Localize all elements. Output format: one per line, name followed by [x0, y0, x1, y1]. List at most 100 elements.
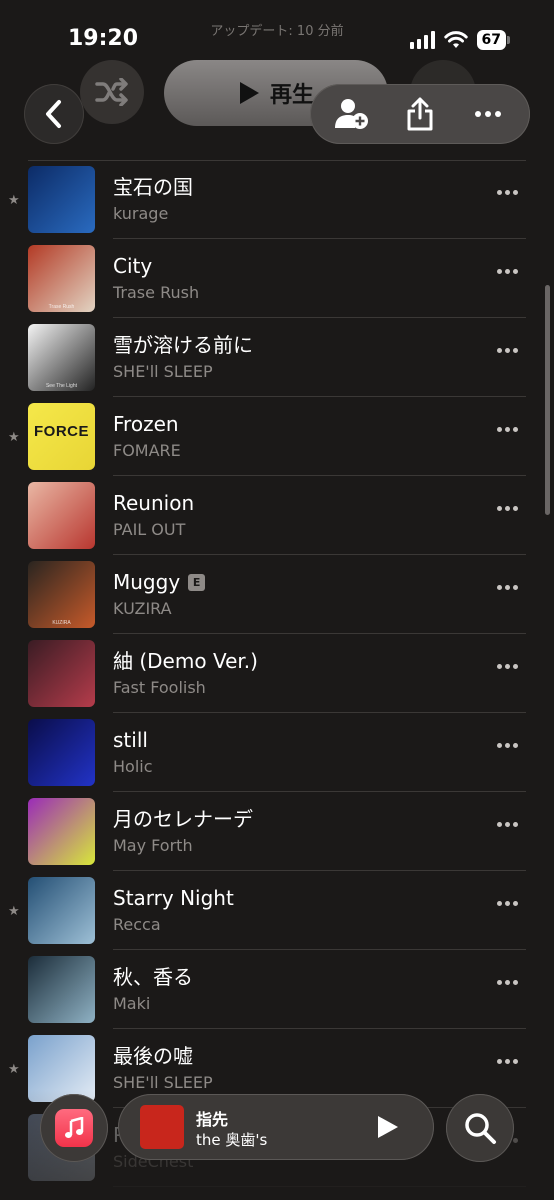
status-icons: 67	[409, 30, 510, 50]
song-artist: SHE'll SLEEP	[113, 362, 213, 381]
song-row[interactable]: 月のセレナーデ May Forth	[0, 792, 554, 871]
song-title-text: 最後の嘘	[113, 1044, 193, 1068]
song-title-text: 秋、香る	[113, 965, 193, 989]
favorite-star-icon: ★	[8, 904, 20, 919]
song-more-button[interactable]	[497, 427, 518, 432]
song-row[interactable]: 紬 (Demo Ver.) Fast Foolish	[0, 634, 554, 713]
search-button[interactable]	[446, 1094, 514, 1162]
song-more-button[interactable]	[497, 980, 518, 985]
song-row[interactable]: ★ FORCE Frozen FOMARE	[0, 397, 554, 476]
more-options-button[interactable]	[460, 86, 516, 142]
song-title-text: Frozen	[113, 412, 179, 436]
mini-player-artist: the 奥歯's	[196, 1131, 268, 1149]
album-artwork-text: KUZIRA	[52, 620, 71, 626]
album-artwork	[28, 640, 95, 707]
mini-player-artwork	[140, 1105, 184, 1149]
song-more-button[interactable]	[497, 506, 518, 511]
song-more-button[interactable]	[497, 901, 518, 906]
search-icon	[465, 1113, 496, 1144]
song-artist: PAIL OUT	[113, 520, 186, 539]
explicit-badge: E	[188, 573, 206, 591]
song-title-text: Reunion	[113, 491, 195, 515]
battery-icon: 67	[476, 30, 510, 50]
song-title-text: 月のセレナーデ	[113, 807, 253, 831]
status-time: 19:20	[68, 26, 139, 51]
song-more-button[interactable]	[497, 269, 518, 274]
song-title-text: 紬 (Demo Ver.)	[113, 649, 258, 673]
song-title-text: Muggy	[113, 570, 181, 594]
song-artist: Maki	[113, 994, 151, 1013]
shuffle-icon	[95, 78, 128, 106]
song-artist: Recca	[113, 915, 161, 934]
song-title-text: City	[113, 254, 153, 278]
album-artwork	[28, 482, 95, 549]
music-app-button[interactable]	[40, 1094, 108, 1162]
song-row[interactable]: Trase Rush City Trase Rush	[0, 239, 554, 318]
album-artwork	[28, 798, 95, 865]
song-row[interactable]: Reunion PAIL OUT	[0, 476, 554, 555]
song-more-button[interactable]	[497, 743, 518, 748]
song-row[interactable]: See The Light 雪が溶ける前に SHE'll SLEEP	[0, 318, 554, 397]
music-note-icon	[55, 1109, 93, 1147]
song-row[interactable]: ★ Starry Night Recca	[0, 871, 554, 950]
song-title: 秋、香る	[113, 965, 193, 989]
album-artwork	[28, 956, 95, 1023]
song-artist: FOMARE	[113, 441, 181, 460]
song-title: Frozen	[113, 412, 179, 436]
signal-icon	[409, 31, 435, 49]
mini-player-title: 指先	[196, 1110, 229, 1129]
album-artwork-text: Trase Rush	[48, 304, 75, 310]
song-row[interactable]: ★ 宝石の国 kurage	[0, 160, 554, 239]
play-icon	[239, 82, 259, 104]
song-more-button[interactable]	[497, 822, 518, 827]
mini-player[interactable]: 指先 the 奥歯's	[118, 1094, 434, 1160]
add-collaborator-button[interactable]	[324, 86, 380, 142]
favorite-star-icon: ★	[8, 1062, 20, 1077]
song-title: still	[113, 728, 148, 752]
song-title: 宝石の国	[113, 175, 193, 199]
battery-level: 67	[476, 30, 506, 50]
back-button[interactable]	[24, 84, 84, 144]
song-more-button[interactable]	[497, 585, 518, 590]
song-more-button[interactable]	[497, 1059, 518, 1064]
more-icon	[475, 111, 501, 117]
album-artwork	[28, 166, 95, 233]
song-more-button[interactable]	[497, 348, 518, 353]
back-icon	[46, 100, 61, 128]
play-button-label: 再生	[269, 83, 314, 108]
song-title-text: 雪が溶ける前に	[113, 333, 253, 357]
song-row[interactable]: still Holic	[0, 713, 554, 792]
song-title-text: Starry Night	[113, 886, 234, 910]
mini-player-play-icon[interactable]	[374, 1114, 400, 1140]
song-title: Reunion	[113, 491, 194, 515]
album-artwork: Trase Rush	[28, 245, 95, 312]
share-button[interactable]	[392, 86, 448, 142]
song-row[interactable]: KUZIRA Muggy E KUZIRA	[0, 555, 554, 634]
song-title-text: still	[113, 728, 148, 752]
song-artist: KUZIRA	[113, 599, 172, 618]
song-title: 月のセレナーデ	[113, 807, 253, 831]
playlist-actions-pill	[310, 84, 530, 144]
song-more-button[interactable]	[497, 664, 518, 669]
shuffle-button[interactable]	[80, 60, 144, 124]
wifi-icon	[443, 31, 468, 48]
song-list: ★ 宝石の国 kurage Trase Rush City Trase Rush See T…	[0, 160, 554, 1187]
album-artwork	[28, 719, 95, 786]
scroll-indicator[interactable]	[545, 285, 550, 515]
song-artist: Holic	[113, 757, 153, 776]
song-artist: Trase Rush	[113, 283, 200, 302]
song-title: City	[113, 254, 152, 278]
song-title: Starry Night	[113, 886, 234, 910]
song-row[interactable]: 秋、香る Maki	[0, 950, 554, 1029]
favorite-star-icon: ★	[8, 430, 20, 445]
album-artwork: See The Light	[28, 324, 95, 391]
song-more-button[interactable]	[497, 190, 518, 195]
song-title: Muggy E	[113, 570, 206, 594]
share-icon	[407, 97, 433, 131]
album-artwork-text: See The Light	[45, 383, 78, 389]
album-artwork: KUZIRA	[28, 561, 95, 628]
playlist-header-controls: 再生	[0, 58, 554, 158]
song-title: 最後の嘘	[113, 1044, 193, 1068]
song-artist: May Forth	[113, 836, 193, 855]
favorite-star-icon: ★	[8, 193, 20, 208]
